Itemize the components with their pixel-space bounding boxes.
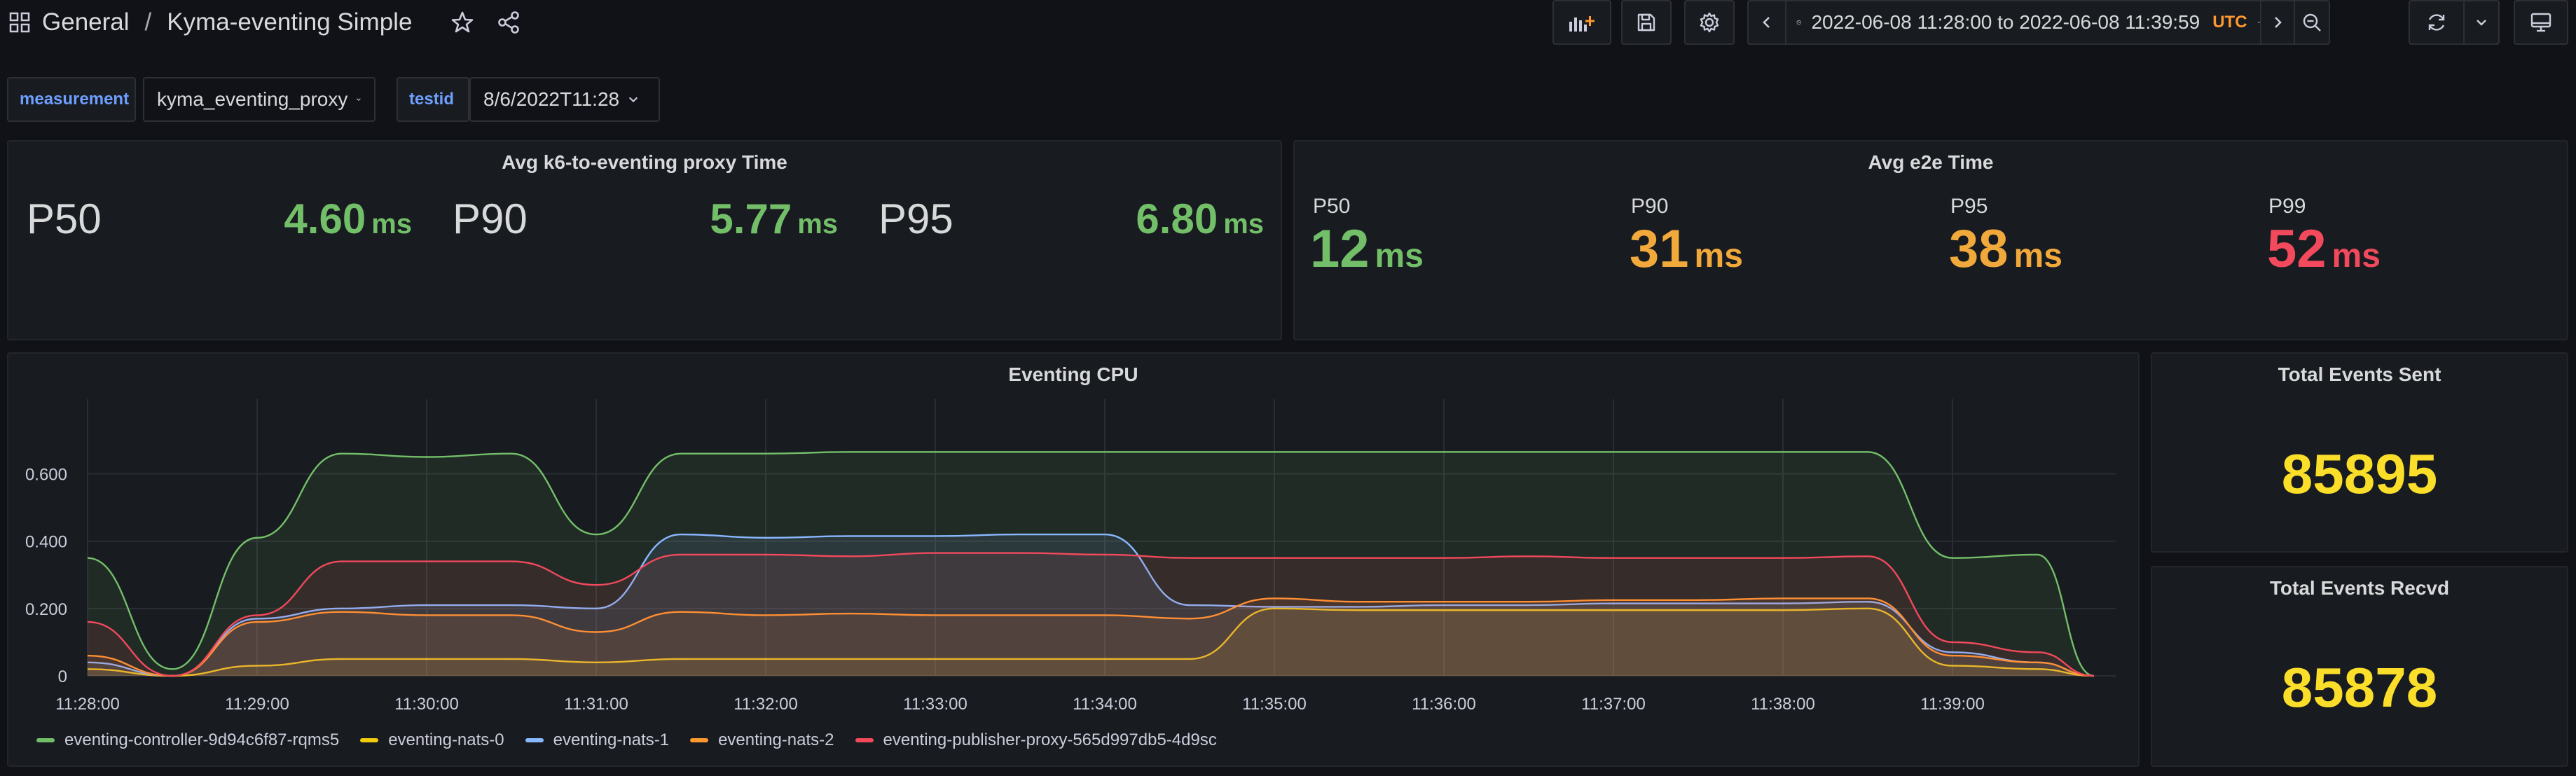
- y-tick-label: 0: [58, 667, 67, 686]
- legend-swatch: [525, 738, 544, 742]
- legend-swatch: [855, 738, 874, 742]
- panel-events-recvd: Total Events Recvd 85878: [2151, 566, 2568, 767]
- legend-label: eventing-nats-0: [388, 730, 504, 749]
- panel-title[interactable]: Total Events Recvd: [2152, 577, 2567, 600]
- legend-swatch: [36, 738, 55, 742]
- chevron-down-icon: [2477, 20, 2486, 26]
- x-tick-label: 11:30:00: [394, 695, 459, 714]
- x-tick-label: 11:39:00: [1920, 695, 1985, 714]
- events-recvd-value: 85878: [2281, 656, 2438, 719]
- panel-events-sent: Total Events Sent 85895: [2151, 352, 2568, 553]
- x-tick-label: 11:34:00: [1073, 695, 1137, 714]
- events-sent-value: 85895: [2281, 443, 2438, 505]
- refresh-button[interactable]: [2409, 0, 2465, 45]
- stat-name-p99: P99: [2268, 195, 2306, 218]
- x-tick-label: 11:33:00: [903, 695, 967, 714]
- legend-item[interactable]: eventing-publisher-proxy-565d997db5-4d9s…: [855, 730, 1217, 750]
- series-area-4: [88, 553, 2094, 676]
- legend-label: eventing-controller-9d94c6f87-rqms5: [64, 730, 340, 749]
- legend-swatch: [690, 738, 709, 742]
- x-tick-label: 11:35:00: [1242, 695, 1307, 714]
- legend-item[interactable]: eventing-nats-2: [690, 730, 834, 750]
- legend-item[interactable]: eventing-nats-1: [525, 730, 669, 750]
- legend-item[interactable]: eventing-controller-9d94c6f87-rqms5: [36, 730, 339, 750]
- refresh-interval-dropdown[interactable]: [2463, 0, 2500, 45]
- x-tick-label: 11:36:00: [1412, 695, 1476, 714]
- x-tick-label: 11:32:00: [733, 695, 798, 714]
- panel-title[interactable]: Total Events Sent: [2152, 363, 2567, 386]
- legend-item[interactable]: eventing-nats-0: [360, 730, 504, 750]
- y-tick-label: 0.200: [25, 600, 67, 619]
- zoom-out-button[interactable]: [2294, 1, 2329, 43]
- x-tick-label: 11:29:00: [225, 695, 289, 714]
- eventing-cpu-chart: 0 0.200 0.400 0.600 11:28:00 11:29:00 11:30:00…: [25, 399, 2116, 714]
- y-tick-label: 0.400: [25, 533, 67, 552]
- x-tick-label: 11:37:00: [1581, 695, 1646, 714]
- x-tick-label: 11:28:00: [55, 695, 120, 714]
- timezone-label: UTC: [2212, 13, 2247, 32]
- legend-label: eventing-nats-2: [718, 730, 834, 749]
- legend-label: eventing-publisher-proxy-565d997db5-4d9s…: [883, 730, 1217, 749]
- chevron-right-icon: [2275, 17, 2282, 28]
- x-tick-label: 11:31:00: [564, 695, 628, 714]
- time-range-forward-button[interactable]: [2260, 1, 2294, 43]
- y-tick-label: 0.600: [25, 466, 67, 485]
- zoom-out-icon: [2303, 13, 2321, 32]
- legend-swatch: [360, 738, 379, 742]
- chart-legend: eventing-controller-9d94c6f87-rqms5 event…: [36, 723, 1238, 758]
- stat-value-p99: 52 ms: [2267, 219, 2381, 279]
- tv-icon: [2530, 13, 2551, 32]
- tv-mode-button[interactable]: [2514, 0, 2568, 45]
- legend-label: eventing-nats-1: [553, 730, 670, 749]
- refresh-icon: [2428, 14, 2445, 31]
- x-tick-label: 11:38:00: [1751, 695, 1815, 714]
